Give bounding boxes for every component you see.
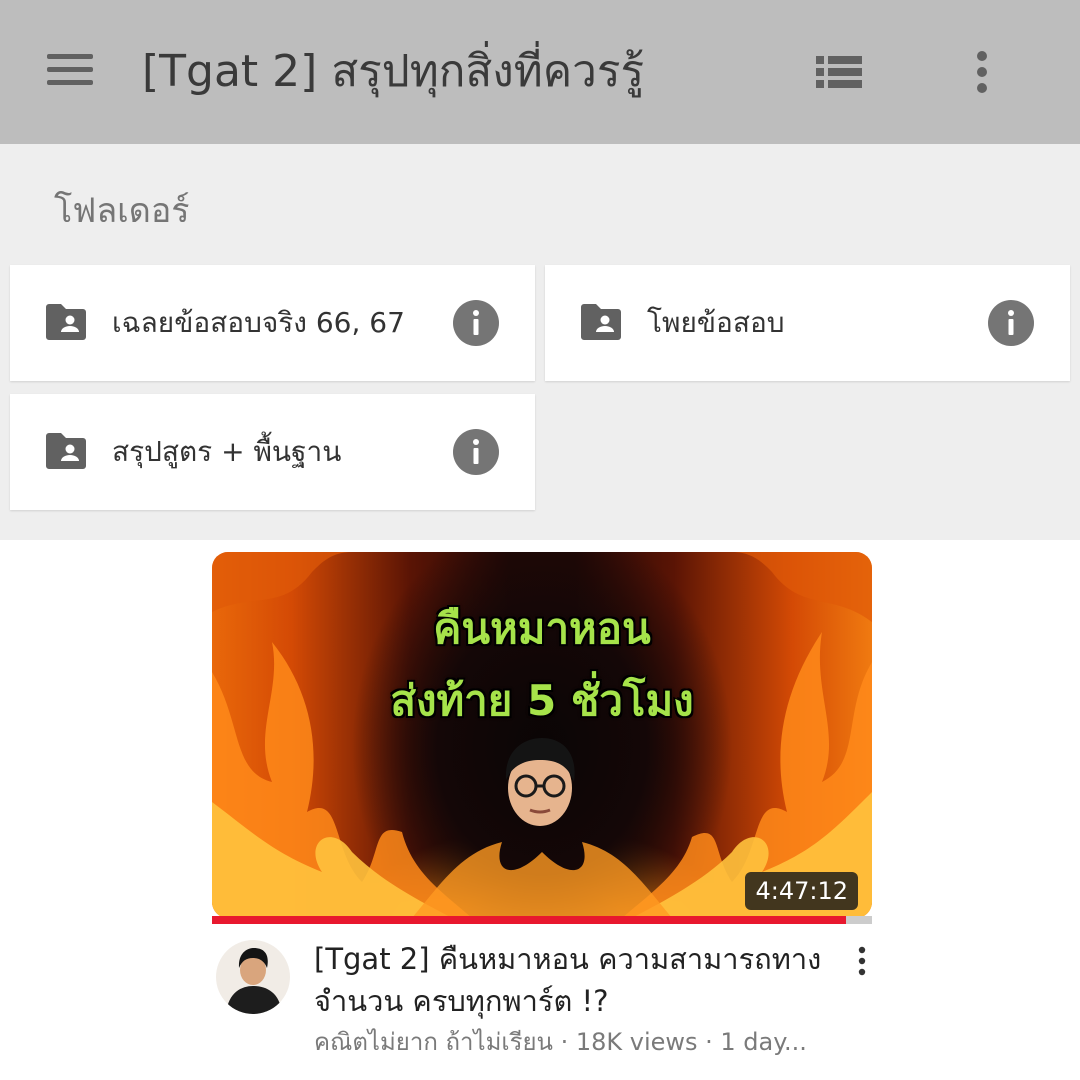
info-icon[interactable] bbox=[453, 300, 499, 346]
folder-name: เฉลยข้อสอบจริง 66, 67 bbox=[112, 306, 405, 339]
video-card: คืนหมาหอน ส่งท้าย 5 ชั่วโมง 4:47:12 bbox=[212, 552, 872, 924]
video-thumbnail[interactable]: คืนหมาหอน ส่งท้าย 5 ชั่วโมง 4:47:12 bbox=[212, 552, 872, 918]
thumbnail-text-line: คืนหมาหอน bbox=[433, 604, 651, 653]
video-duration-badge: 4:47:12 bbox=[745, 872, 858, 910]
folder-card[interactable]: สรุปสูตร + พื้นฐาน bbox=[10, 394, 535, 510]
shared-folder-icon bbox=[581, 304, 621, 340]
page-title: [Tgat 2] สรุปทุกสิ่งที่ควรรู้ bbox=[142, 46, 645, 97]
shared-folder-icon bbox=[46, 433, 86, 469]
folder-card[interactable]: โพยข้อสอบ bbox=[545, 265, 1070, 381]
folders-section: โฟลเดอร์ เฉลยข้อสอบจริง 66, 67 โพยข้อสอบ bbox=[0, 144, 1080, 540]
presenter-face-image bbox=[505, 738, 575, 826]
watch-progress-bar bbox=[212, 916, 872, 924]
video-meta: คณิตไม่ยาก ถ้าไม่เรียน · 18K views · 1 d… bbox=[314, 1028, 807, 1056]
folder-card[interactable]: เฉลยข้อสอบจริง 66, 67 bbox=[10, 265, 535, 381]
hamburger-menu-icon[interactable] bbox=[44, 48, 96, 92]
more-vert-icon[interactable] bbox=[960, 44, 1004, 100]
info-icon[interactable] bbox=[453, 429, 499, 475]
info-icon[interactable] bbox=[988, 300, 1034, 346]
shared-folder-icon bbox=[46, 304, 86, 340]
folders-heading: โฟลเดอร์ bbox=[54, 191, 190, 231]
video-title[interactable]: [Tgat 2] คืนหมาหอน ความสามารถทางจำนวน คร… bbox=[314, 938, 834, 1022]
folder-name: สรุปสูตร + พื้นฐาน bbox=[112, 435, 342, 468]
app-bar: [Tgat 2] สรุปทุกสิ่งที่ควรรู้ bbox=[0, 0, 1080, 144]
thumbnail-text-line: ส่งท้าย 5 ชั่วโมง bbox=[390, 676, 694, 725]
more-vert-icon[interactable] bbox=[850, 944, 874, 978]
channel-avatar[interactable] bbox=[216, 940, 290, 1014]
folder-name: โพยข้อสอบ bbox=[647, 306, 785, 339]
watch-progress-fill bbox=[212, 916, 846, 924]
list-view-icon[interactable] bbox=[812, 48, 868, 96]
